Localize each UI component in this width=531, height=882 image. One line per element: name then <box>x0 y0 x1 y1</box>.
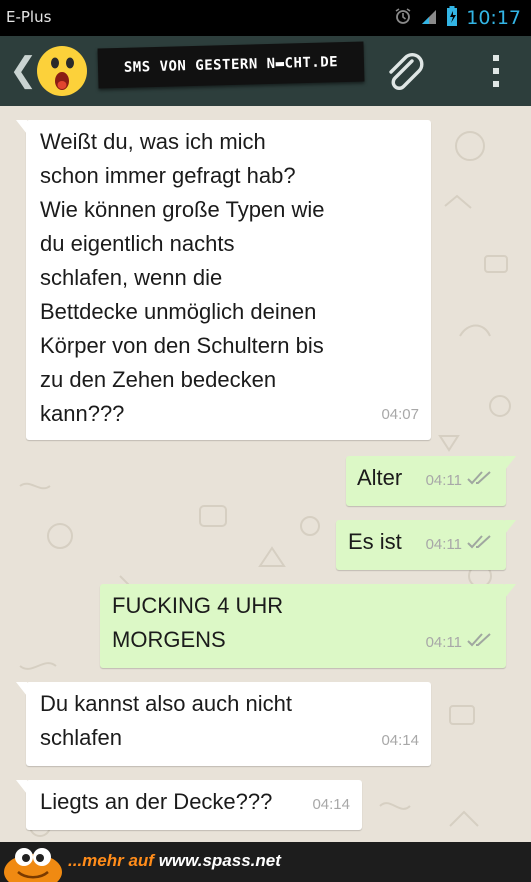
message-text: Alter <box>357 465 403 490</box>
site-logo-banner: SMS VON GESTERN N▬CHT.DE <box>97 41 365 89</box>
chat-header: ❮ SMS VON GESTERN N▬CHT.DE <box>0 36 531 106</box>
mascot-logo-icon <box>4 848 62 882</box>
paperclip-icon[interactable] <box>382 51 428 102</box>
carrier-label: E-Plus <box>6 8 52 26</box>
avatar[interactable] <box>36 45 88 97</box>
message-bubble-outgoing[interactable]: FUCKING 4 UHR MORGENS 04:11 <box>100 584 516 668</box>
message-time: 04:07 <box>381 406 419 423</box>
battery-icon <box>446 6 458 30</box>
footer-text: ...mehr auf www.spass.net <box>68 851 281 871</box>
message-text: FUCKING 4 UHR MORGENS <box>112 593 284 652</box>
banner-text: SMS VON GESTERN N▬CHT.DE <box>123 54 339 76</box>
message-bubble-incoming[interactable]: Du kannst also auch nicht schlafen 04:14 <box>16 682 431 766</box>
status-clock: 10:17 <box>466 7 521 29</box>
alarm-icon <box>394 7 412 29</box>
chevron-left-icon[interactable]: ❮ <box>9 50 38 90</box>
message-bubble-outgoing[interactable]: Alter 04:11 <box>346 456 516 506</box>
message-text: Liegts an der Decke??? <box>40 789 273 814</box>
overflow-menu-icon[interactable] <box>490 53 502 94</box>
message-text: Weißt du, was ich mich schon immer gefra… <box>40 129 325 426</box>
message-text: Du kannst also auch nicht schlafen <box>40 691 292 750</box>
read-receipt-icon <box>466 624 494 658</box>
message-time: 04:14 <box>312 796 350 813</box>
read-receipt-icon <box>466 462 494 496</box>
message-text: Es ist <box>348 529 402 554</box>
footer-prefix: ...mehr auf <box>68 851 159 870</box>
status-bar: E-Plus 10:17 <box>0 0 531 36</box>
read-receipt-icon <box>466 526 494 560</box>
source-footer: ...mehr auf www.spass.net <box>0 842 531 882</box>
message-time: 04:11 <box>425 634 462 651</box>
surprised-face-icon <box>37 46 87 96</box>
signal-icon <box>420 7 438 29</box>
footer-site-link[interactable]: www.spass.net <box>159 851 281 870</box>
message-bubble-incoming[interactable]: Weißt du, was ich mich schon immer gefra… <box>16 120 431 440</box>
message-bubble-outgoing[interactable]: Es ist 04:11 <box>336 520 516 570</box>
message-time: 04:11 <box>425 472 462 489</box>
message-time: 04:14 <box>381 732 419 749</box>
status-icons: 10:17 <box>394 4 521 32</box>
message-list[interactable]: Weißt du, was ich mich schon immer gefra… <box>0 106 531 842</box>
message-time: 04:11 <box>425 536 462 553</box>
message-bubble-incoming[interactable]: Liegts an der Decke??? 04:14 <box>16 780 362 830</box>
